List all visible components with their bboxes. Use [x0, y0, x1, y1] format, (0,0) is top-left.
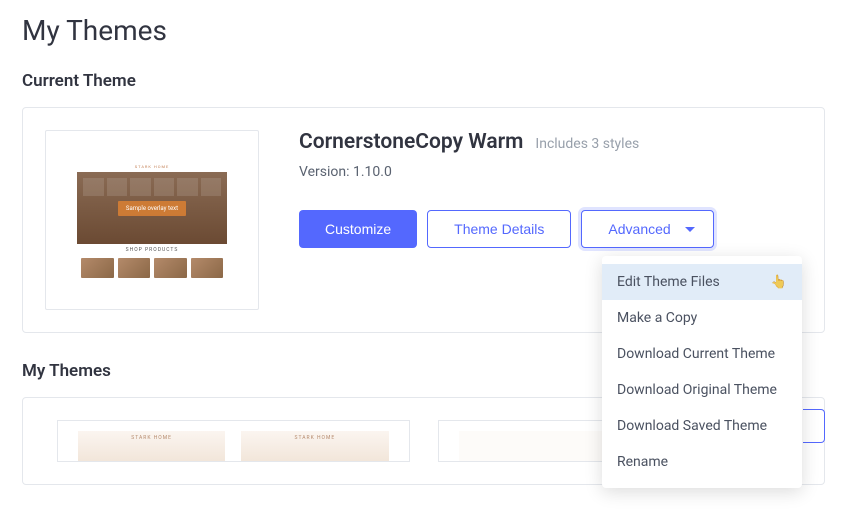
thumbnail-caption: SHOP PRODUCTS	[77, 244, 227, 256]
theme-grid-item[interactable]: STARK HOME STARK HOME	[57, 420, 410, 462]
grid-tile: STARK HOME	[78, 431, 225, 461]
current-theme-card: STARK HOME Sample overlay text SHOP PROD…	[22, 107, 825, 333]
partial-button-edge[interactable]	[803, 409, 825, 443]
thumbnail-hero-text: Sample overlay text	[118, 201, 186, 216]
chevron-down-icon	[685, 227, 695, 232]
menu-download-original-theme[interactable]: Download Original Theme	[602, 372, 802, 408]
cursor-icon: 👆	[771, 275, 787, 290]
theme-version: Version: 1.10.0	[299, 164, 802, 180]
thumbnail-header: STARK HOME	[77, 160, 227, 172]
customize-button[interactable]: Customize	[299, 210, 417, 248]
grid-tile: STARK HOME	[241, 431, 388, 461]
theme-thumbnail[interactable]: STARK HOME Sample overlay text SHOP PROD…	[45, 130, 259, 310]
theme-details-button[interactable]: Theme Details	[427, 210, 571, 248]
menu-rename[interactable]: Rename	[602, 444, 802, 480]
theme-name: CornerstoneCopy Warm	[299, 130, 523, 154]
menu-item-label: Edit Theme Files	[617, 274, 720, 290]
thumbnail-product-row	[77, 256, 227, 280]
advanced-button[interactable]: Advanced	[581, 210, 713, 248]
theme-styles-count: Includes 3 styles	[535, 136, 639, 152]
theme-info: CornerstoneCopy Warm Includes 3 styles V…	[299, 130, 802, 310]
menu-download-saved-theme[interactable]: Download Saved Theme	[602, 408, 802, 444]
advanced-dropdown-menu: Edit Theme Files 👆 Make a Copy Download …	[602, 256, 802, 488]
button-row: Customize Theme Details Advanced Edit Th…	[299, 210, 802, 248]
menu-edit-theme-files[interactable]: Edit Theme Files 👆	[602, 264, 802, 300]
current-theme-heading: Current Theme	[22, 71, 825, 91]
thumbnail-hero: Sample overlay text	[77, 172, 227, 244]
thumbnail-preview: STARK HOME Sample overlay text SHOP PROD…	[77, 160, 227, 280]
page-title: My Themes	[22, 0, 825, 71]
menu-download-current-theme[interactable]: Download Current Theme	[602, 336, 802, 372]
menu-make-a-copy[interactable]: Make a Copy	[602, 300, 802, 336]
advanced-button-label: Advanced	[608, 221, 670, 237]
